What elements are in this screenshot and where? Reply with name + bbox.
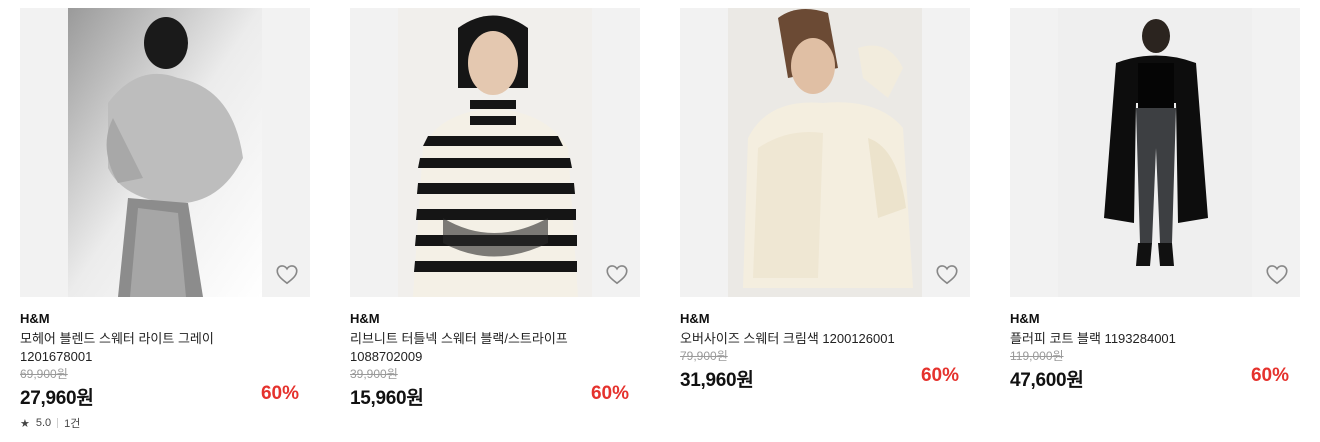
product-brand[interactable]: H&M xyxy=(20,311,310,327)
product-name[interactable]: 오버사이즈 스웨터 크림색 1200126001 xyxy=(680,330,970,348)
product-code[interactable]: 1201678001 xyxy=(20,348,310,366)
product-name[interactable]: 모헤어 블렌드 스웨터 라이트 그레이 xyxy=(20,330,310,348)
product-photo[interactable] xyxy=(1058,8,1252,297)
product-code[interactable]: 1088702009 xyxy=(350,348,640,366)
product-card[interactable]: H&M 오버사이즈 스웨터 크림색 1200126001 79,900원 31,… xyxy=(680,8,970,391)
heart-icon[interactable] xyxy=(934,261,960,287)
discount-rate: 60% xyxy=(590,383,629,404)
discount-rate: 60% xyxy=(1250,365,1289,386)
heart-icon[interactable] xyxy=(274,261,300,287)
product-brand[interactable]: H&M xyxy=(1010,311,1300,327)
review-count: 1건 xyxy=(64,418,81,430)
heart-icon[interactable] xyxy=(1264,261,1290,287)
product-card[interactable]: H&M 모헤어 블렌드 스웨터 라이트 그레이 1201678001 69,90… xyxy=(20,8,310,431)
product-photo[interactable] xyxy=(728,8,922,297)
price-row: 27,960원 60% xyxy=(20,381,310,409)
product-brand[interactable]: H&M xyxy=(680,311,970,327)
product-photo[interactable] xyxy=(68,8,262,297)
product-card[interactable]: H&M 리브니트 터틀넥 스웨터 블랙/스트라이프 1088702009 39,… xyxy=(350,8,640,409)
sale-price: 27,960원 xyxy=(20,388,94,409)
product-brand[interactable]: H&M xyxy=(350,311,640,327)
star-icon: ★ xyxy=(20,417,30,430)
product-photo[interactable] xyxy=(398,8,592,297)
original-price: 119,000원 xyxy=(1010,349,1064,363)
original-price: 69,900원 xyxy=(20,367,68,381)
discount-rate: 60% xyxy=(920,365,959,386)
product-image-area[interactable] xyxy=(20,8,310,297)
product-card[interactable]: H&M 플러피 코트 블랙 1193284001 119,000원 47,600… xyxy=(1010,8,1300,391)
divider xyxy=(57,418,59,428)
rating-row: ★ 5.0 1건 xyxy=(20,415,310,431)
product-image-area[interactable] xyxy=(350,8,640,297)
product-name[interactable]: 플러피 코트 블랙 1193284001 xyxy=(1010,330,1300,348)
product-image-area[interactable] xyxy=(1010,8,1300,297)
price-row: 47,600원 60% xyxy=(1010,363,1300,391)
discount-rate: 60% xyxy=(260,383,299,404)
product-name[interactable]: 리브니트 터틀넥 스웨터 블랙/스트라이프 xyxy=(350,330,640,348)
price-row: 31,960원 60% xyxy=(680,363,970,391)
sale-price: 31,960원 xyxy=(680,370,754,391)
product-image-area[interactable] xyxy=(680,8,970,297)
sale-price: 47,600원 xyxy=(1010,370,1084,391)
price-row: 15,960원 60% xyxy=(350,381,640,409)
heart-icon[interactable] xyxy=(604,261,630,287)
sale-price: 15,960원 xyxy=(350,388,424,409)
original-price: 79,900원 xyxy=(680,349,728,363)
original-price: 39,900원 xyxy=(350,367,398,381)
rating-value: 5.0 xyxy=(35,417,52,429)
